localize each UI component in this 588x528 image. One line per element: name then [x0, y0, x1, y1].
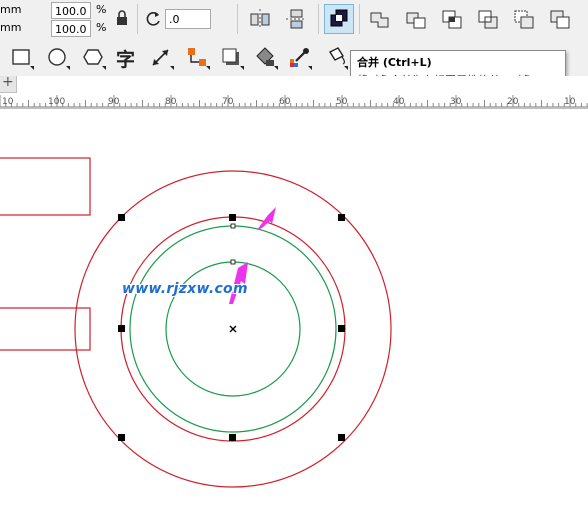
mirror-vertical-button[interactable] [282, 5, 310, 33]
ruler-label: 100 [48, 97, 66, 107]
separator [318, 4, 319, 34]
back-minus-front-icon [550, 10, 570, 29]
unit-label-2: mm [0, 21, 22, 34]
watermark: www.rjzxw.com [122, 281, 248, 297]
combine-button[interactable] [324, 4, 354, 34]
text-tool[interactable]: 字 [114, 44, 142, 72]
connector-tool[interactable] [184, 44, 212, 72]
mirror-vertical-icon [286, 9, 306, 29]
transparency-tool[interactable] [252, 44, 280, 72]
mirror-horizontal-icon [250, 9, 270, 29]
property-bar: mm mm 100.0 100.0 % % .0 [0, 0, 588, 41]
weld-button[interactable] [366, 5, 394, 33]
rectangle-tool[interactable] [8, 44, 36, 72]
ruler-label: 50 [336, 97, 348, 107]
transparency-icon [256, 47, 278, 70]
simplify-icon [478, 10, 498, 29]
percent-label-1: % [96, 3, 107, 16]
rotate-button[interactable] [143, 8, 165, 30]
fill-icon [328, 47, 348, 70]
trim-icon [406, 12, 426, 29]
ruler-label: 90 [108, 97, 120, 107]
drop-shadow-icon [222, 48, 244, 70]
connector-icon [188, 48, 210, 70]
back-minus-front-button[interactable] [546, 5, 574, 33]
ruler-label: 10 [2, 97, 14, 107]
ruler-ticks [0, 95, 588, 108]
ruler-label: 60 [279, 97, 291, 107]
separator [137, 4, 138, 34]
ruler-label: 80 [165, 97, 177, 107]
node-marker[interactable] [230, 259, 236, 265]
text-tool-icon: 字 [116, 49, 136, 71]
fill-tool[interactable] [322, 44, 350, 72]
polygon-icon [83, 49, 106, 70]
rotation-input[interactable]: .0 [165, 9, 211, 29]
red-rectangle-bottom[interactable] [0, 307, 91, 351]
simplify-button[interactable] [474, 5, 502, 33]
polygon-tool[interactable] [80, 44, 108, 72]
rotate-icon [146, 12, 160, 26]
scale-y-input[interactable]: 100.0 [51, 20, 91, 37]
horizontal-ruler: + 10 100 90 80 70 60 50 40 30 20 10 [0, 74, 588, 109]
separator [237, 4, 238, 34]
separator [359, 4, 360, 34]
rectangle-icon [12, 49, 34, 70]
dimension-icon [152, 49, 174, 70]
combine-icon [330, 9, 348, 27]
red-rectangle-top[interactable] [0, 157, 91, 216]
center-marker [229, 325, 237, 333]
ruler-label: 40 [393, 97, 405, 107]
eyedropper-tool[interactable] [286, 44, 314, 72]
unit-label-1: mm [0, 3, 22, 16]
drawing-canvas[interactable] [0, 109, 588, 528]
percent-label-2: % [96, 21, 107, 34]
ruler-label: 10 [564, 97, 576, 107]
ruler-label: 30 [450, 97, 462, 107]
ellipse-tool[interactable] [44, 44, 72, 72]
front-minus-back-button[interactable] [510, 5, 538, 33]
ellipse-icon [48, 48, 70, 70]
scale-x-input[interactable]: 100.0 [51, 2, 91, 19]
lock-icon [117, 10, 127, 25]
mirror-horizontal-button[interactable] [246, 5, 274, 33]
lock-ratio-button[interactable] [112, 6, 132, 30]
weld-icon [370, 12, 389, 28]
drop-shadow-tool[interactable] [218, 44, 246, 72]
pointer-arrow [257, 207, 276, 230]
front-minus-back-icon [514, 10, 534, 29]
trim-button[interactable] [402, 5, 430, 33]
ruler-label: 70 [222, 97, 234, 107]
node-marker[interactable] [230, 223, 236, 229]
intersect-button[interactable] [438, 5, 466, 33]
eyedropper-icon [290, 48, 312, 70]
intersect-icon [442, 10, 462, 29]
ruler-label: 20 [507, 97, 519, 107]
dimension-tool[interactable] [148, 44, 176, 72]
tooltip-title: 合并 (Ctrl+L) [357, 56, 432, 69]
